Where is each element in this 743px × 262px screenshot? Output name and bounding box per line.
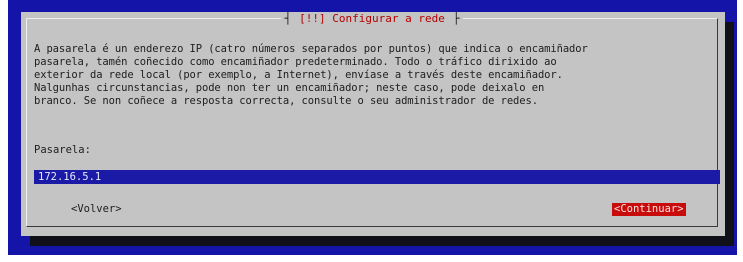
gateway-label: Pasarela: xyxy=(34,144,91,156)
dialog-title-bar: ┤ [!!] Configurar a rede ├ xyxy=(27,12,717,26)
dialog-frame: ┤ [!!] Configurar a rede ├ A pasarela é un… xyxy=(26,12,720,227)
back-button[interactable]: <Volver> xyxy=(69,203,124,216)
installer-screen: ┤ [!!] Configurar a rede ├ A pasarela é un… xyxy=(0,0,743,262)
dialog-message: A pasarela é un enderezo IP (catro númer… xyxy=(34,43,588,107)
title-left-bracket: ┤ xyxy=(280,12,296,25)
title-right-bracket: ├ xyxy=(448,12,464,25)
gateway-input[interactable] xyxy=(34,170,720,184)
dialog-title: [!!] Configurar a rede xyxy=(295,12,449,25)
continue-button[interactable]: <Continuar> xyxy=(612,203,686,216)
network-config-dialog: ┤ [!!] Configurar a rede ├ A pasarela é un… xyxy=(21,12,725,236)
